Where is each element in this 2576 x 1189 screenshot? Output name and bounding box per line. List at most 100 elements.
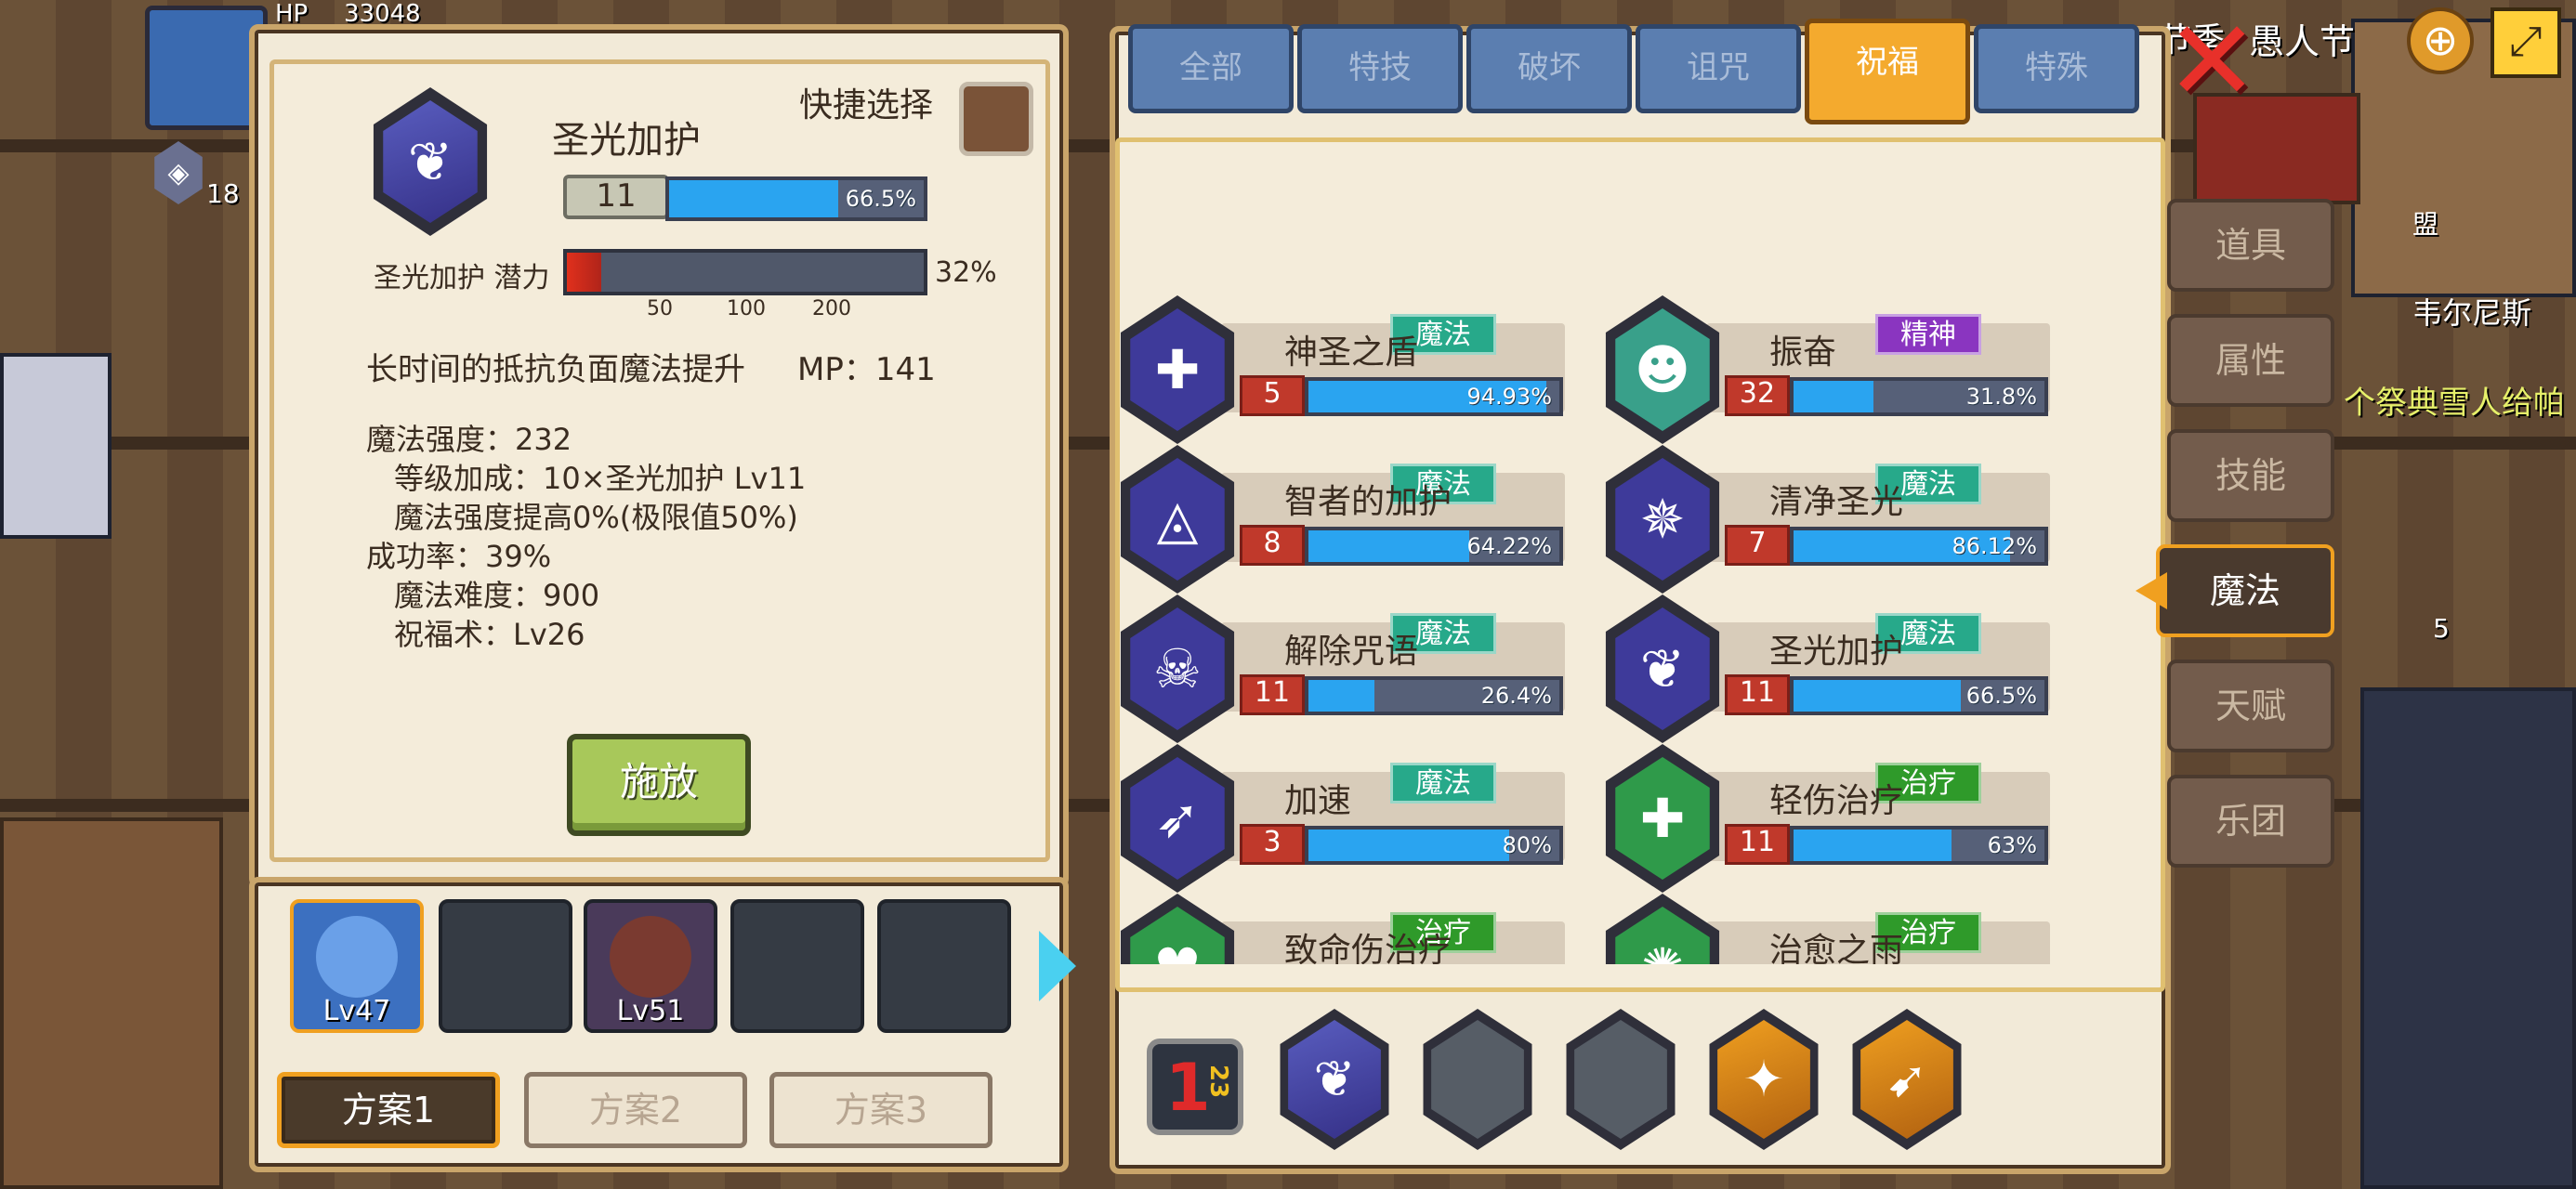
skill-progress-text: 31.8% xyxy=(1965,384,2037,410)
skill-progress-bar: 26.4% xyxy=(1305,676,1563,715)
top-right-event: 愚人节 xyxy=(2249,21,2356,62)
side-menu-1[interactable]: 属性 xyxy=(2167,314,2334,407)
party-slot[interactable] xyxy=(877,899,1011,1033)
hud-badge-count: 18 xyxy=(206,178,240,209)
side-menu-5[interactable]: 乐团 xyxy=(2167,775,2334,868)
party-next-arrow-icon[interactable] xyxy=(1039,931,1076,1001)
item-count: 5 xyxy=(2433,613,2450,644)
skill-card[interactable]: 精神 振奋 ☻ 32 31.8% xyxy=(1605,295,2089,444)
skill-card[interactable]: 治疗致命伤治疗♥ xyxy=(1121,894,1604,964)
skill-progress-text: 86.12% xyxy=(1952,533,2037,559)
party-slot[interactable] xyxy=(730,899,864,1033)
map-globe-icon[interactable]: ⊕ xyxy=(2407,7,2474,74)
tab-4[interactable]: 祝福 xyxy=(1805,19,1970,124)
skill-name: 清净圣光 xyxy=(1769,483,1904,521)
skill-stats: 魔法强度：232 等级加成：10×圣光加护 Lv11 魔法强度提高0%(极限值50%… xyxy=(366,420,806,654)
party-member-level: Lv47 xyxy=(322,995,391,1027)
skill-progress-text: 63% xyxy=(1987,832,2037,858)
quick-select-button[interactable] xyxy=(959,82,1033,156)
npc-name: 韦尔尼斯 xyxy=(2412,295,2532,331)
set-indicator[interactable]: 1 23 xyxy=(1147,1039,1243,1135)
potential-percent: 32% xyxy=(935,256,997,289)
skill-grid: 魔法 神圣之盾 ✚ 5 94.93% 精神 振奋 ☻ 32 31.8% 魔法 智者的加护 ◬ 8 64.22… xyxy=(1121,143,2160,964)
skill-card[interactable]: 魔法 智者的加护 ◬ 8 64.22% xyxy=(1121,445,1604,594)
skill-level: 3 xyxy=(1240,824,1305,865)
side-menu-3[interactable]: 魔法 xyxy=(2156,544,2334,637)
skill-progress-bar: 86.12% xyxy=(1790,527,2048,566)
tab-3[interactable]: 诅咒 xyxy=(1636,24,1801,113)
potential-tick-100: 100 xyxy=(727,297,766,320)
skill-progress-bar: 66.5% xyxy=(665,176,927,221)
skill-card[interactable]: 魔法 解除咒语 ☠ 11 26.4% xyxy=(1121,594,1604,743)
skill-progress-bar: 80% xyxy=(1305,826,1563,865)
skill-progress-bar: 66.5% xyxy=(1790,676,2048,715)
cast-button[interactable]: 施放 xyxy=(567,734,751,836)
side-menu-2[interactable]: 技能 xyxy=(2167,429,2334,522)
plan-tab-2[interactable]: 方案2 xyxy=(524,1072,747,1148)
close-icon[interactable]: ✕ xyxy=(2165,7,2259,118)
quick-select-label: 快捷选择 xyxy=(799,86,934,124)
skill-name: 振奋 xyxy=(1769,333,1837,372)
window-toggle-icon[interactable]: ⤢ xyxy=(2491,7,2561,78)
skill-progress-bar: 31.8% xyxy=(1790,377,2048,416)
skill-name: 神圣之盾 xyxy=(1284,333,1419,372)
skill-description: 长时间的抵抗负面魔法提升 xyxy=(366,351,745,388)
heart-heal-icon: ♥ xyxy=(1130,907,1225,964)
plan-tab-1[interactable]: 方案1 xyxy=(277,1072,500,1148)
skill-progress-text: 26.4% xyxy=(1480,683,1552,709)
monster-portrait xyxy=(610,916,691,998)
skill-name: 圣光加护 xyxy=(1769,633,1904,671)
skill-type-badge: 魔法 xyxy=(1390,763,1496,804)
hero-portrait xyxy=(316,916,398,998)
tab-0[interactable]: 全部 xyxy=(1128,24,1294,113)
stat-line: 成功率：39% xyxy=(366,539,552,574)
rain-heal-icon: ✺ xyxy=(1615,907,1710,964)
party-slot[interactable]: Lv51 xyxy=(584,899,717,1033)
potential-bar xyxy=(563,249,927,295)
skill-level-box: 11 xyxy=(563,175,669,219)
potential-tick-200: 200 xyxy=(812,297,851,320)
skill-progress-bar: 64.22% xyxy=(1305,527,1563,566)
skill-mp-cost: MP：141 xyxy=(797,351,936,388)
skill-progress-text: 66.5% xyxy=(845,186,916,212)
skill-level: 11 xyxy=(1240,674,1305,715)
skill-card[interactable]: 治疗 轻伤治疗 ✚ 11 63% xyxy=(1605,744,2089,893)
skill-progress-text: 66.5% xyxy=(1965,683,2037,709)
skill-card[interactable]: 魔法 清净圣光 ✵ 7 86.12% xyxy=(1605,445,2089,594)
tab-2[interactable]: 破坏 xyxy=(1466,24,1632,113)
skill-detail-name: 圣光加护 xyxy=(552,119,701,162)
set-indicator-sub: 23 xyxy=(1204,1065,1232,1099)
skill-level: 5 xyxy=(1240,375,1305,416)
skill-level: 8 xyxy=(1240,525,1305,566)
potential-label: 圣光加护 潜力 xyxy=(374,262,550,294)
skill-card[interactable]: 魔法 圣光加护 ❦ 11 66.5% xyxy=(1605,594,2089,743)
stat-line: 祝福术：Lv26 xyxy=(394,617,585,652)
skill-name: 致命伤治疗 xyxy=(1284,932,1452,964)
skill-progress-text: 80% xyxy=(1502,832,1552,858)
skill-name: 加速 xyxy=(1284,782,1352,820)
stat-line: 等级加成：10×圣光加护 Lv11 xyxy=(394,461,807,496)
skill-name: 治愈之雨 xyxy=(1769,932,1904,964)
party-member-level: Lv51 xyxy=(616,995,685,1027)
stat-line: 魔法强度：232 xyxy=(366,422,572,457)
side-menu-4[interactable]: 天赋 xyxy=(2167,660,2334,752)
party-slot[interactable]: Lv47 xyxy=(290,899,424,1033)
skill-type-badge: 精神 xyxy=(1875,314,1981,355)
tab-1[interactable]: 特技 xyxy=(1297,24,1463,113)
skill-level: 11 xyxy=(1725,674,1790,715)
side-menu-0[interactable]: 道具 xyxy=(2167,199,2334,292)
skill-card[interactable]: 魔法 加速 ➶ 3 80% xyxy=(1121,744,1604,893)
npc-quest-text: 个祭典雪人给帕 xyxy=(2344,385,2565,422)
plan-tab-3[interactable]: 方案3 xyxy=(769,1072,992,1148)
skill-name: 轻伤治疗 xyxy=(1769,782,1904,820)
tab-5[interactable]: 特殊 xyxy=(1974,24,2139,113)
skill-card[interactable]: 魔法 神圣之盾 ✚ 5 94.93% xyxy=(1121,295,1604,444)
skill-name: 智者的加护 xyxy=(1284,483,1452,521)
skill-progress-bar: 63% xyxy=(1790,826,2048,865)
party-slot[interactable] xyxy=(439,899,572,1033)
stat-line: 魔法难度：900 xyxy=(394,578,600,613)
skill-card[interactable]: 治疗治愈之雨✺ xyxy=(1605,894,2089,964)
skill-progress-text: 94.93% xyxy=(1466,384,1552,410)
skill-level: 11 xyxy=(1725,824,1790,865)
skill-name: 解除咒语 xyxy=(1284,633,1419,671)
